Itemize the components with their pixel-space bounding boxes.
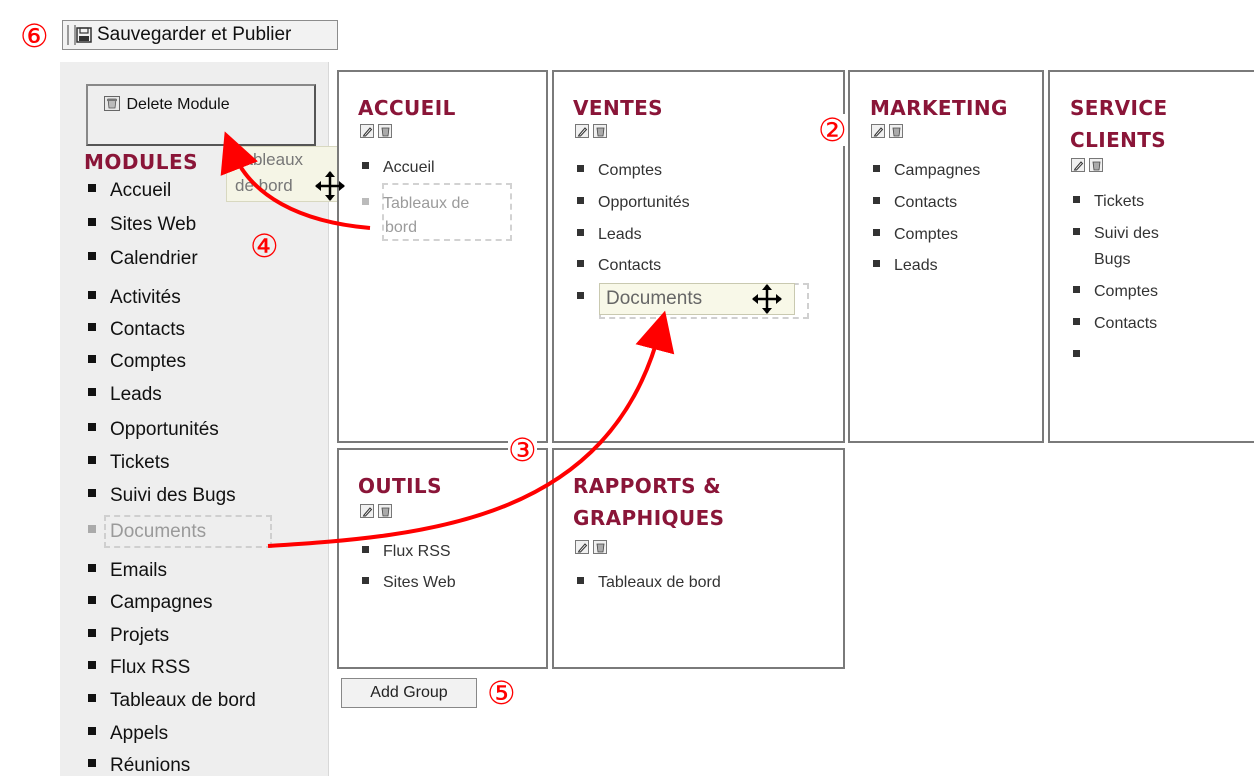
annotation-overlay [220, 131, 782, 548]
arrow-documents-to-ventes [267, 310, 675, 548]
move-cursor-icon [315, 171, 345, 201]
annotation-3: ③ [508, 431, 537, 469]
annotation-2: ② [818, 111, 847, 149]
arrow-tableaux-to-delete [220, 131, 371, 230]
move-cursor-icon [752, 284, 782, 314]
annotation-5: ⑤ [487, 674, 516, 712]
annotation-4: ④ [250, 227, 279, 265]
